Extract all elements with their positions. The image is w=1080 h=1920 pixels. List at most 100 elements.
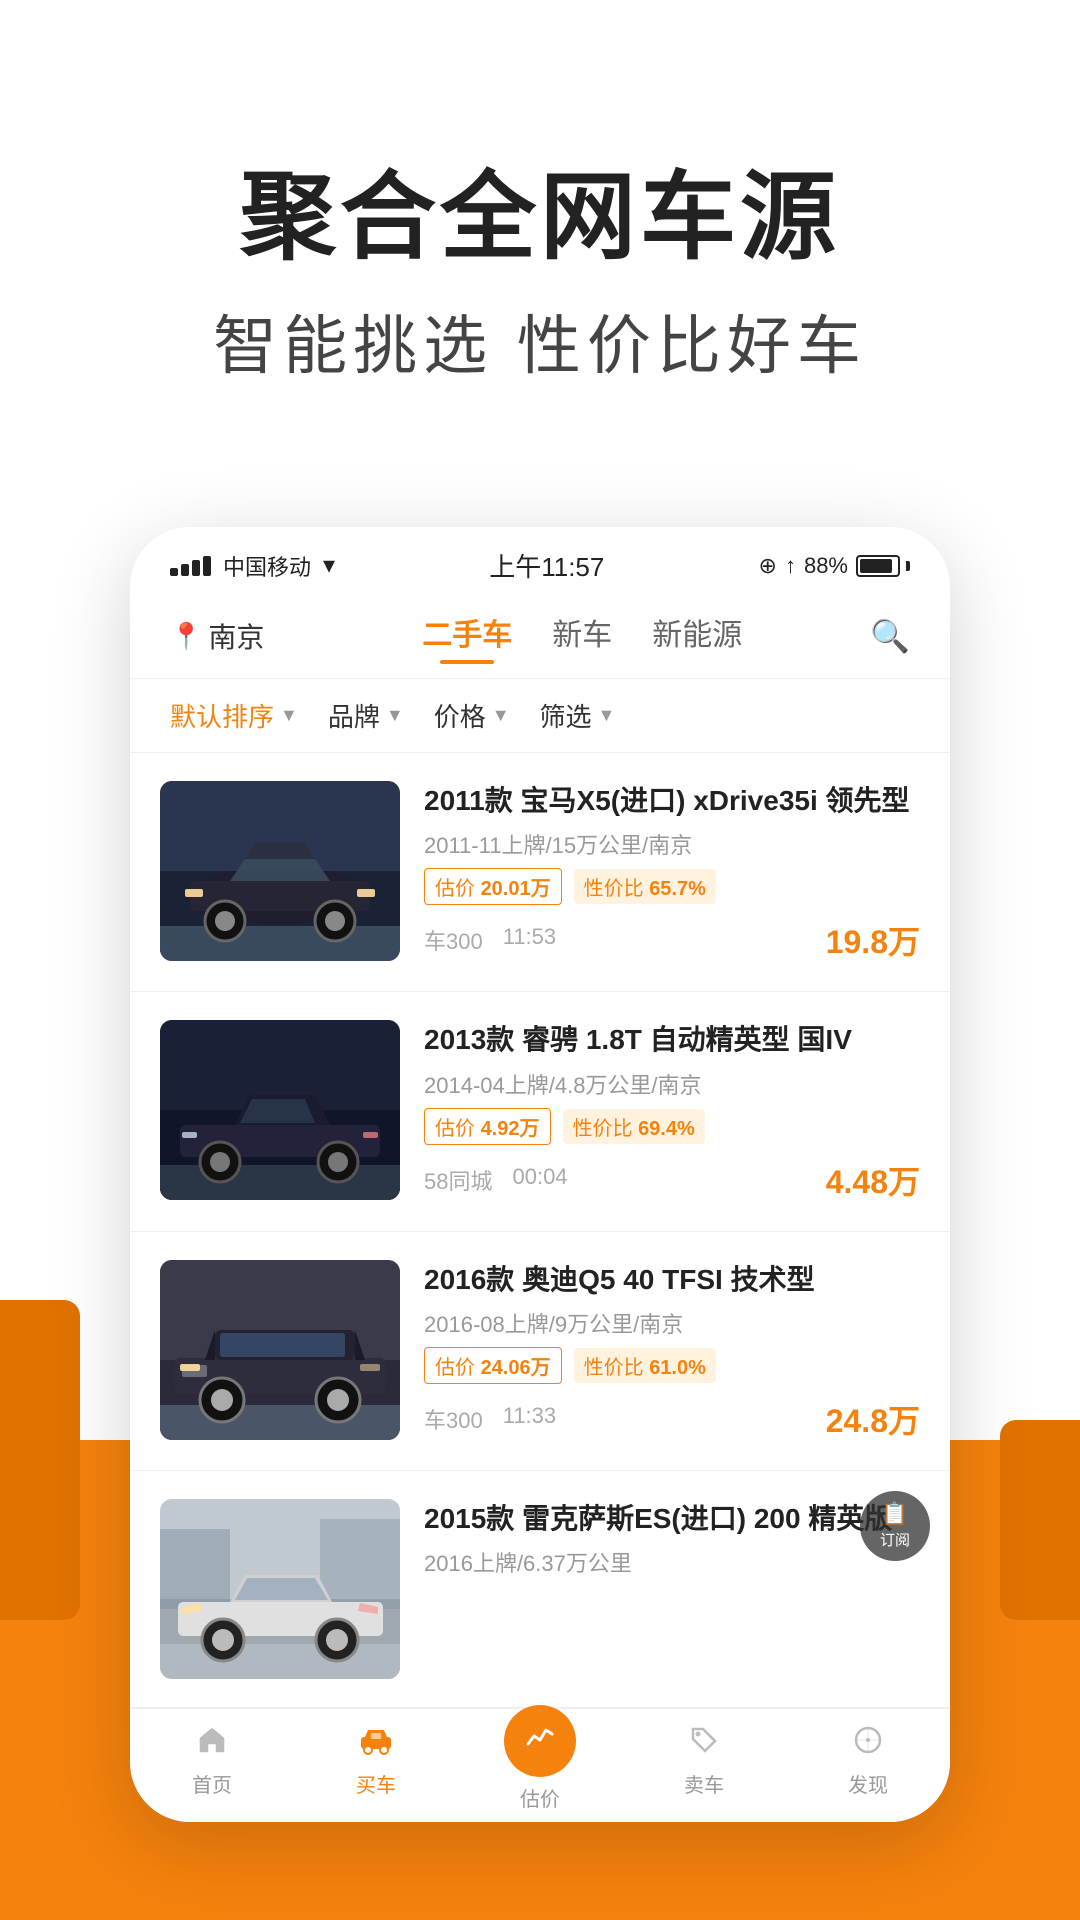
car-tags-2: 估价 4.92万 性价比 69.4% — [424, 1108, 920, 1145]
carrier-name: 中国移动 — [223, 550, 311, 582]
signal-bar-3 — [192, 560, 200, 576]
source-time-3: 11:33 — [503, 1403, 556, 1435]
car-title-4: 2015款 雷克萨斯ES(进口) 200 精英版 — [424, 1499, 920, 1538]
car-item-2[interactable]: 2013款 睿骋 1.8T 自动精英型 国IV 2014-04上牌/4.8万公里… — [130, 992, 950, 1231]
nav-tab-used-car[interactable]: 二手车 — [422, 610, 512, 662]
filter-more[interactable]: 筛选 ▼ — [540, 697, 616, 734]
car-source-3: 车300 11:33 — [424, 1403, 556, 1435]
sort-arrow-icon: ▼ — [280, 705, 298, 726]
battery-icon — [856, 555, 910, 577]
filter-sort-label: 默认排序 — [170, 697, 274, 734]
estimate-circle-icon — [504, 1705, 576, 1777]
source-name-2: 58同城 — [424, 1164, 492, 1196]
car-info-2: 2013款 睿骋 1.8T 自动精英型 国IV 2014-04上牌/4.8万公里… — [424, 1020, 920, 1202]
home-icon — [197, 1725, 227, 1763]
estimate-chart-icon — [524, 1720, 556, 1761]
car-tags-3: 估价 24.06万 性价比 61.0% — [424, 1347, 920, 1384]
search-icon[interactable]: 🔍 — [870, 617, 910, 655]
estimate-label-1: 估价 20.01万 — [424, 868, 562, 905]
bottom-nav-home[interactable]: 首页 — [130, 1725, 294, 1812]
source-time-2: 00:04 — [512, 1164, 567, 1196]
hero-section: 聚合全网车源 智能挑选 性价比好车 — [0, 0, 1080, 467]
car-meta-2: 2014-04上牌/4.8万公里/南京 — [424, 1068, 920, 1100]
status-bar: 中国移动 ▾ 上午11:57 ⊕ ↑ 88% — [130, 527, 950, 594]
nav-tabs: 二手车 新车 新能源 — [294, 610, 870, 662]
source-time-1: 11:53 — [503, 924, 556, 956]
location-pin-icon: 📍 — [170, 621, 202, 652]
brand-arrow-icon: ▼ — [386, 705, 404, 726]
status-right: ⊕ ↑ 88% — [759, 553, 910, 579]
car-list: 2011款 宝马X5(进口) xDrive35i 领先型 2011-11上牌/1… — [130, 753, 950, 1708]
car-image-4 — [160, 1499, 400, 1679]
bottom-nav-buy-car[interactable]: 买车 — [294, 1725, 458, 1812]
car-price-1: 19.8万 — [826, 917, 920, 963]
car-info-3: 2016款 奥迪Q5 40 TFSI 技术型 2016-08上牌/9万公里/南京… — [424, 1260, 920, 1442]
bottom-nav-estimate-label: 估价 — [520, 1783, 560, 1812]
nav-tab-new-energy[interactable]: 新能源 — [652, 610, 742, 662]
status-left: 中国移动 ▾ — [170, 550, 335, 582]
signal-bar-2 — [181, 564, 189, 576]
compass-icon — [853, 1725, 883, 1763]
car-meta-3: 2016-08上牌/9万公里/南京 — [424, 1307, 920, 1339]
nav-bar: 📍 南京 二手车 新车 新能源 🔍 — [130, 594, 950, 679]
hero-subtitle: 智能挑选 性价比好车 — [60, 295, 1020, 387]
car-item-3[interactable]: 2016款 奥迪Q5 40 TFSI 技术型 2016-08上牌/9万公里/南京… — [130, 1232, 950, 1471]
estimate-label-2: 估价 4.92万 — [424, 1108, 551, 1145]
filter-brand[interactable]: 品牌 ▼ — [328, 697, 404, 734]
signal-bar-1 — [170, 568, 178, 576]
hero-title: 聚合全网车源 — [60, 160, 1020, 275]
car-info-4: 2015款 雷克萨斯ES(进口) 200 精英版 2016上牌/6.37万公里 — [424, 1499, 920, 1679]
car-tags-1: 估价 20.01万 性价比 65.7% — [424, 868, 920, 905]
tag-icon — [689, 1725, 719, 1763]
car-info-1: 2011款 宝马X5(进口) xDrive35i 领先型 2011-11上牌/1… — [424, 781, 920, 963]
battery-percent: 88% — [804, 553, 848, 579]
bottom-nav-discover[interactable]: 发现 — [786, 1725, 950, 1812]
source-name-3: 车300 — [424, 1403, 483, 1435]
subscribe-icon: 📋 — [881, 1501, 908, 1527]
arrow-icon: ↑ — [785, 553, 796, 579]
bottom-nav-estimate[interactable]: 估价 — [458, 1725, 622, 1812]
signal-bars — [170, 556, 211, 576]
battery-tip — [906, 561, 910, 571]
bottom-nav-home-label: 首页 — [192, 1769, 232, 1798]
battery-body — [856, 555, 900, 577]
page-wrapper: 聚合全网车源 智能挑选 性价比好车 中国移动 ▾ 上午11:57 — [0, 0, 1080, 1920]
filter-sort[interactable]: 默认排序 ▼ — [170, 697, 298, 734]
bottom-nav-sell-car[interactable]: 卖车 — [622, 1725, 786, 1812]
car-source-2: 58同城 00:04 — [424, 1164, 568, 1196]
car-title-1: 2011款 宝马X5(进口) xDrive35i 领先型 — [424, 781, 920, 820]
location-dot-icon: ⊕ — [759, 553, 777, 579]
bottom-nav: 首页 买车 — [130, 1708, 950, 1822]
location-text: 南京 — [208, 616, 264, 656]
filter-more-label: 筛选 — [540, 697, 592, 734]
car-footer-1: 车300 11:53 19.8万 — [424, 917, 920, 963]
nav-location[interactable]: 📍 南京 — [170, 616, 264, 656]
bottom-nav-sell-label: 卖车 — [684, 1769, 724, 1798]
car-icon — [359, 1725, 393, 1763]
nav-tab-new-car[interactable]: 新车 — [552, 610, 612, 662]
subscribe-button[interactable]: 📋 订阅 — [860, 1491, 930, 1561]
car-meta-1: 2011-11上牌/15万公里/南京 — [424, 828, 920, 860]
car-price-2: 4.48万 — [826, 1157, 920, 1203]
car-item-1[interactable]: 2011款 宝马X5(进口) xDrive35i 领先型 2011-11上牌/1… — [130, 753, 950, 992]
car-footer-2: 58同城 00:04 4.48万 — [424, 1157, 920, 1203]
phone-frame: 中国移动 ▾ 上午11:57 ⊕ ↑ 88% — [130, 527, 950, 1822]
car-source-1: 车300 11:53 — [424, 924, 556, 956]
value-ratio-1: 性价比 65.7% — [574, 869, 716, 904]
value-ratio-3: 性价比 61.0% — [574, 1348, 716, 1383]
car-footer-3: 车300 11:33 24.8万 — [424, 1396, 920, 1442]
car-price-3: 24.8万 — [826, 1396, 920, 1442]
car-image-3 — [160, 1260, 400, 1440]
battery-fill — [860, 559, 892, 573]
phone-wrapper: 中国移动 ▾ 上午11:57 ⊕ ↑ 88% — [0, 527, 1080, 1822]
filter-price[interactable]: 价格 ▼ — [434, 697, 510, 734]
wifi-icon: ▾ — [323, 551, 335, 580]
price-arrow-icon: ▼ — [492, 705, 510, 726]
status-time: 上午11:57 — [489, 547, 604, 584]
subscribe-label: 订阅 — [880, 1529, 910, 1550]
bottom-nav-discover-label: 发现 — [848, 1769, 888, 1798]
filter-price-label: 价格 — [434, 697, 486, 734]
filter-bar: 默认排序 ▼ 品牌 ▼ 价格 ▼ 筛选 ▼ — [130, 679, 950, 753]
car-item-4[interactable]: 2015款 雷克萨斯ES(进口) 200 精英版 2016上牌/6.37万公里 … — [130, 1471, 950, 1708]
car-meta-4: 2016上牌/6.37万公里 — [424, 1546, 920, 1578]
